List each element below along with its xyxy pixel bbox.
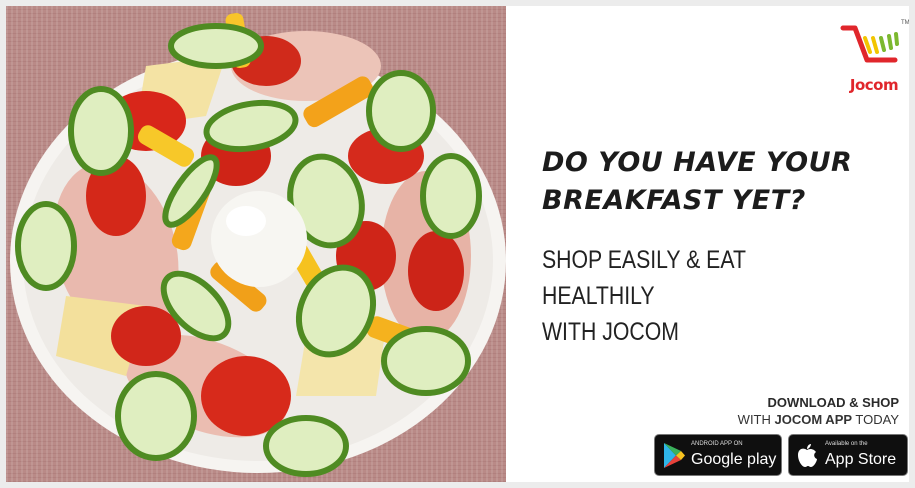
google-play-icon [664,443,685,468]
headline-line-1: DO YOU HAVE YOUR [542,147,853,178]
download-line-2-prefix: WITH [737,412,775,427]
app-store-label: App Store [825,451,897,468]
app-store-small-text: Available on the [825,441,868,447]
trademark-mark: TM [901,20,909,26]
google-play-button[interactable]: ANDROID APP ON Google play [654,434,782,476]
jocom-logo[interactable]: TM Jocom [839,16,909,102]
salad-photo [6,6,506,482]
download-line-2-app: JOCOM APP [774,412,853,427]
subheadline-line-1: SHOP EASILY & EAT HEALTHILY [542,246,746,310]
cart-logo-icon [840,25,899,63]
google-play-label: Google play [691,451,777,468]
headline: DO YOU HAVE YOUR BREAKFAST YET? [542,144,902,220]
apple-icon [798,444,817,467]
google-play-small-text: ANDROID APP ON [691,441,743,447]
download-callout: DOWNLOAD & SHOP WITH JOCOM APP TODAY [738,394,899,428]
ad-banner: TM Jocom DO YOU HAVE YOUR BREAKFAST YET?… [6,6,909,482]
salad-plate-illustration [10,12,506,477]
subheadline: SHOP EASILY & EAT HEALTHILY WITH JOCOM [542,242,848,350]
logo-wordmark: Jocom [849,76,899,94]
download-line-1: DOWNLOAD & SHOP [767,395,899,410]
download-line-2: WITH JOCOM APP TODAY [738,411,899,428]
subheadline-line-2: WITH JOCOM [542,318,679,346]
download-line-2-suffix: TODAY [852,412,899,427]
app-store-button[interactable]: Available on the App Store [788,434,908,476]
headline-line-2: BREAKFAST YET? [542,185,806,216]
